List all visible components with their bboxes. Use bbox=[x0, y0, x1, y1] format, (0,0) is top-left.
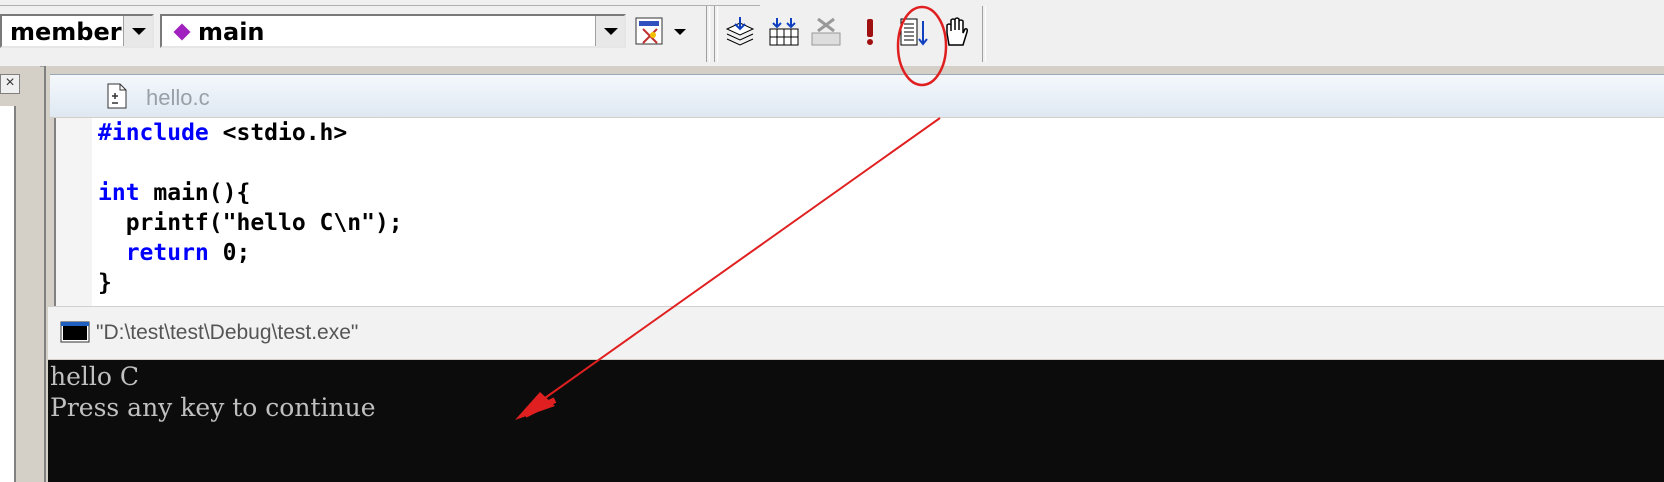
source-file-icon bbox=[106, 83, 128, 114]
code-line: printf("hello C\n"); bbox=[98, 210, 403, 236]
go-icon[interactable] bbox=[896, 14, 932, 50]
document-titlebar[interactable]: hello.c bbox=[50, 74, 1664, 117]
console-output[interactable]: hello C Press any key to continue bbox=[48, 360, 1664, 482]
wizard-bar-icon[interactable] bbox=[632, 14, 668, 50]
close-icon[interactable]: × bbox=[0, 74, 20, 94]
stop-build-icon bbox=[808, 14, 844, 50]
console-window-icon bbox=[60, 321, 90, 348]
execute-icon[interactable] bbox=[852, 14, 888, 50]
toolbar-top-divider bbox=[0, 0, 760, 6]
toolbar: members main bbox=[0, 0, 1664, 67]
breakpoint-hand-icon[interactable] bbox=[938, 14, 974, 50]
workspace-tree-area[interactable] bbox=[0, 106, 16, 482]
code-line: #include <stdio.h> bbox=[98, 120, 348, 146]
document-title: hello.c bbox=[146, 85, 210, 110]
chevron-down-icon[interactable] bbox=[595, 16, 624, 46]
compile-icon[interactable] bbox=[722, 14, 758, 50]
console-line: hello C bbox=[50, 362, 140, 391]
toolbar-separator bbox=[706, 6, 710, 62]
console-titlebar[interactable]: "D:\test\test\Debug\test.exe" bbox=[48, 306, 1664, 359]
code-line: int main(){ bbox=[98, 180, 251, 206]
code-line: } bbox=[98, 270, 112, 296]
class-combo-value: members bbox=[10, 18, 136, 46]
toolbar-separator bbox=[982, 6, 986, 62]
function-combo-value: main bbox=[198, 18, 265, 46]
function-diamond-icon bbox=[173, 23, 191, 41]
function-combo[interactable]: main bbox=[160, 14, 626, 48]
console-line: Press any key to continue bbox=[50, 393, 376, 422]
toolbar-separator bbox=[714, 6, 718, 62]
wizard-dropdown-icon[interactable] bbox=[668, 14, 692, 50]
console-title: "D:\test\test\Debug\test.exe" bbox=[96, 321, 359, 344]
editor-gutter bbox=[56, 118, 92, 308]
chevron-down-icon[interactable] bbox=[123, 16, 152, 46]
class-combo[interactable]: members bbox=[0, 14, 154, 48]
code-line: return 0; bbox=[125, 240, 251, 266]
code-editor[interactable]: #include <stdio.h> int main(){ printf("h… bbox=[54, 118, 1664, 308]
build-icon[interactable] bbox=[766, 14, 802, 50]
